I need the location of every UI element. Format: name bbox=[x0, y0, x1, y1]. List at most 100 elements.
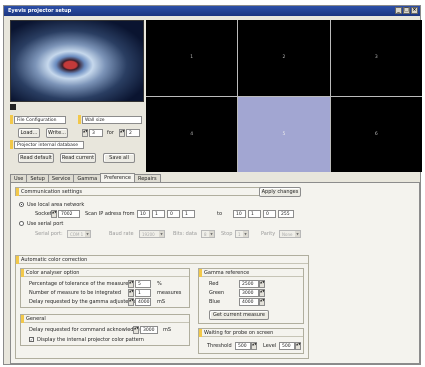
tab-repairs[interactable]: Repairs bbox=[133, 174, 161, 182]
ip-from-1[interactable]: 10 bbox=[137, 210, 150, 218]
stop-value: 1 bbox=[238, 232, 241, 237]
blue-input[interactable]: 4000 bbox=[239, 298, 259, 306]
tab-setup[interactable]: Setup bbox=[26, 174, 49, 182]
maximize-icon[interactable]: □ bbox=[403, 7, 410, 14]
ip-from-4[interactable]: 1 bbox=[182, 210, 195, 218]
gamma-delay-input[interactable]: 4000 bbox=[135, 298, 151, 306]
use-lan-label: Use local area network bbox=[27, 202, 85, 208]
level-label: Level bbox=[263, 343, 277, 349]
projector-cell[interactable]: 2 bbox=[238, 20, 330, 96]
serial-port-select[interactable]: COM 1 ▼ bbox=[67, 230, 91, 238]
gamma-delay-spinner[interactable]: ▲▼ bbox=[128, 298, 134, 306]
projector-grid: 1 2 3 4 5 6 bbox=[146, 20, 422, 172]
projector-preview-image bbox=[10, 20, 144, 102]
read-default-button[interactable]: Read default bbox=[18, 153, 54, 163]
measure-count-spinner[interactable]: ▲▼ bbox=[128, 289, 134, 297]
use-serial-radio[interactable] bbox=[19, 221, 24, 226]
tab-preference[interactable]: Preference bbox=[100, 173, 135, 182]
projector-cell[interactable]: 3 bbox=[330, 20, 422, 96]
chevron-down-icon: ▼ bbox=[85, 231, 90, 237]
wall-cols-input[interactable]: 3 bbox=[89, 129, 103, 137]
apply-changes-button[interactable]: Apply changes bbox=[259, 187, 301, 197]
socket-input[interactable]: 7002 bbox=[58, 210, 80, 218]
level-input[interactable]: 500 bbox=[279, 342, 295, 350]
baud-rate-select[interactable]: 19200 ▼ bbox=[139, 230, 165, 238]
ip-from-2[interactable]: 1 bbox=[152, 210, 165, 218]
ip-to-3[interactable]: 0 bbox=[263, 210, 276, 218]
threshold-input[interactable]: 500 bbox=[235, 342, 251, 350]
socket-spinner[interactable]: ▲▼ bbox=[51, 210, 57, 218]
projector-cell[interactable]: 6 bbox=[330, 96, 422, 172]
internal-db-label: Projector internal database bbox=[14, 141, 84, 149]
measure-count-label: Number of measure to be integrated bbox=[29, 290, 122, 296]
baud-rate-label: Baud rate bbox=[109, 231, 134, 237]
blue-spinner[interactable]: ▲▼ bbox=[259, 298, 265, 306]
wall-cols-spinner[interactable]: ▲▼ bbox=[82, 129, 88, 137]
serial-port-label: Serial port: bbox=[35, 231, 63, 237]
projector-cell[interactable]: 4 bbox=[146, 96, 238, 172]
threshold-spinner[interactable]: ▲▼ bbox=[251, 342, 257, 350]
tab-service[interactable]: Service bbox=[47, 174, 75, 182]
ack-delay-spinner[interactable]: ▲▼ bbox=[133, 326, 139, 334]
tab-use[interactable]: Use bbox=[10, 174, 28, 182]
ack-delay-input[interactable]: 3000 bbox=[140, 326, 158, 334]
bits-data-value: 8 bbox=[204, 232, 207, 237]
accent-marker bbox=[78, 115, 81, 124]
tolerance-input[interactable]: 5 bbox=[135, 280, 151, 288]
tolerance-spinner[interactable]: ▲▼ bbox=[128, 280, 134, 288]
save-all-button[interactable]: Save all bbox=[103, 153, 135, 163]
serial-port-value: COM 1 bbox=[70, 232, 84, 237]
tolerance-unit: % bbox=[157, 281, 162, 287]
gamma-delay-label: Delay requested by the gamma adjustement bbox=[29, 299, 142, 305]
ip-to-2[interactable]: 1 bbox=[248, 210, 261, 218]
projector-cell-selected[interactable]: 5 bbox=[238, 96, 330, 172]
preference-panel: Communication settings Apply changes Use… bbox=[10, 182, 420, 364]
tab-gamma[interactable]: Gamma bbox=[73, 174, 102, 182]
display-pattern-label: Display the internal projector color pat… bbox=[37, 337, 144, 343]
parity-label: Parity bbox=[261, 231, 276, 237]
accent-marker bbox=[10, 140, 13, 149]
wall-rows-input[interactable]: 2 bbox=[126, 129, 140, 137]
auto-color-group: Automatic color correction Color analyse… bbox=[15, 255, 309, 359]
load-button[interactable]: Load... bbox=[18, 128, 40, 138]
bits-data-select[interactable]: 8 ▼ bbox=[201, 230, 215, 238]
general-header: General bbox=[21, 315, 189, 323]
ack-delay-unit: mS bbox=[163, 327, 172, 333]
green-spinner[interactable]: ▲▼ bbox=[259, 289, 265, 297]
to-label: to bbox=[217, 211, 223, 217]
projector-cell[interactable]: 1 bbox=[146, 20, 238, 96]
green-input[interactable]: 3000 bbox=[239, 289, 259, 297]
chevron-down-icon: ▼ bbox=[243, 231, 248, 237]
red-spinner[interactable]: ▲▼ bbox=[259, 280, 265, 288]
parity-select[interactable]: None ▼ bbox=[279, 230, 301, 238]
comm-settings-group: Communication settings bbox=[15, 187, 285, 196]
general-group: General Delay requested for command ackn… bbox=[20, 314, 190, 346]
stop-select[interactable]: 1 ▼ bbox=[235, 230, 249, 238]
use-lan-radio[interactable] bbox=[19, 202, 24, 207]
analyzer-header: Color analyser option bbox=[21, 269, 189, 277]
level-spinner[interactable]: ▲▼ bbox=[295, 342, 301, 350]
display-pattern-checkbox[interactable]: ✓ bbox=[29, 337, 34, 342]
ip-to-4[interactable]: 255 bbox=[278, 210, 294, 218]
tolerance-label: Percentage of tolerance of the measures bbox=[29, 281, 131, 287]
measure-count-unit: measures bbox=[157, 290, 182, 296]
ip-from-3[interactable]: 0 bbox=[167, 210, 180, 218]
title-bar: Eyevis projector setup _ □ × bbox=[4, 6, 420, 16]
ip-to-1[interactable]: 10 bbox=[233, 210, 246, 218]
minimize-icon[interactable]: _ bbox=[395, 7, 402, 14]
write-button[interactable]: Write... bbox=[46, 128, 68, 138]
close-icon[interactable]: × bbox=[411, 7, 418, 14]
get-measure-button[interactable]: Get current measure bbox=[209, 310, 269, 320]
probe-header: Waiting for probe on screen bbox=[199, 329, 303, 337]
read-current-button[interactable]: Read current bbox=[60, 153, 96, 163]
bits-data-label: Bits: data bbox=[173, 231, 197, 237]
scan-ip-label: Scan IP adress from bbox=[85, 211, 135, 217]
wall-rows-spinner[interactable]: ▲▼ bbox=[119, 129, 125, 137]
green-label: Green bbox=[209, 290, 225, 296]
file-config-label: File Configuration bbox=[14, 116, 66, 124]
red-label: Red bbox=[209, 281, 219, 287]
red-input[interactable]: 2500 bbox=[239, 280, 259, 288]
measure-count-input[interactable]: 1 bbox=[135, 289, 151, 297]
window-title: Eyevis projector setup bbox=[8, 8, 72, 14]
gamma-ref-header: Gamma reference bbox=[199, 269, 303, 277]
